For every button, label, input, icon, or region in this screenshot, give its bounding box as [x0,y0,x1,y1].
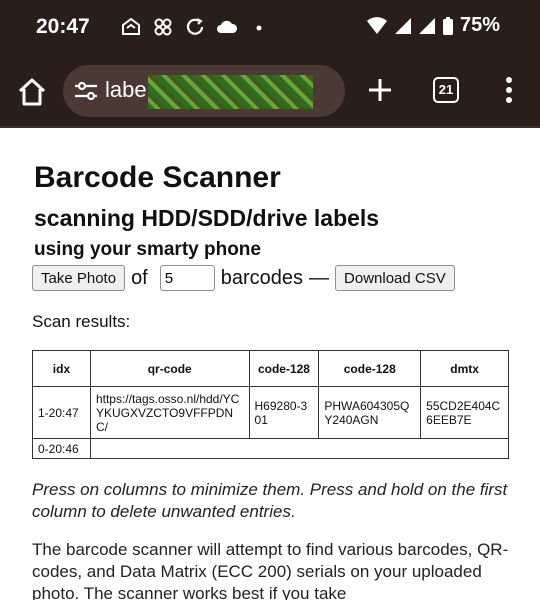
table-header-row: idx qr-code code-128 code-128 dmtx [32,350,509,387]
more-vert-icon [506,77,512,103]
column-header-dmtx[interactable]: dmtx [420,350,509,387]
of-label: of [131,266,148,289]
site-settings-icon[interactable] [73,79,99,103]
barcodes-label: barcodes [220,266,304,289]
battery-percent: 75% [459,14,500,36]
cloud-icon [216,16,238,38]
column-header-qr-code[interactable]: qr-code [89,350,250,387]
notification-icons [120,16,270,38]
battery-icon [442,16,453,35]
qr-code-cell: https://tags.osso.nl/hdd/YCYKUGXVZCTO9VF… [89,386,250,439]
url-text[interactable]: labe [105,77,147,103]
inbox-icon [120,16,142,38]
usage-hint: Press on columns to minimize them. Press… [32,480,508,521]
results-table: idx qr-code code-128 code-128 dmtx 1-20:… [32,350,510,459]
column-header-code-128-a[interactable]: code-128 [248,350,320,387]
scanner-description: The barcode scanner will attempt to find… [32,540,509,600]
wifi-icon [366,16,387,34]
plus-icon [369,79,391,101]
empty-row-cell [89,438,510,459]
sync-icon [184,16,206,38]
home-button[interactable] [16,76,48,108]
page-subtitle: scanning HDD/SDD/drive labels [34,205,380,231]
dot-icon [248,16,270,38]
browser-toolbar: labe 21 [0,56,540,128]
table-row: 0-20:46 [32,438,510,459]
redacted-url-overlay [148,75,313,109]
new-tab-button[interactable] [366,76,394,104]
code-128-cell: H69280-301 [248,386,320,439]
take-photo-button[interactable]: Take Photo [32,265,126,291]
web-page: Barcode Scanner scanning HDD/SDD/drive l… [0,130,540,600]
url-bar[interactable]: labe [63,65,345,117]
row-idx-cell[interactable]: 0-20:46 [32,438,91,459]
code-128-value: H69280-301 [254,398,308,427]
pinwheel-icon [152,16,174,38]
dmtx-value: 55CD2E404C6EEB7E [426,398,501,427]
row-idx-cell[interactable]: 1-20:47 [32,386,91,439]
page-subtitle-2: using your smarty phone [34,239,261,260]
tab-switcher-button[interactable]: 21 [433,77,459,103]
qr-code-value: https://tags.osso.nl/hdd/YCYKUGXVZCTO9VF… [95,391,240,434]
status-right: 75% [366,14,500,37]
table-row: 1-20:47 https://tags.osso.nl/hdd/YCYKUGX… [32,386,509,439]
overflow-menu-button[interactable] [499,75,519,105]
barcode-count-input[interactable] [159,265,215,291]
column-header-code-128-b[interactable]: code-128 [318,350,422,387]
page-title: Barcode Scanner [34,161,281,194]
scan-controls: Take Photo of barcodes — Download CSV [32,265,455,291]
scan-results-label: Scan results: [32,312,131,331]
dash-separator: — [309,266,330,289]
signal-icon [394,17,411,34]
download-csv-button[interactable]: Download CSV [335,265,455,291]
home-icon [18,78,46,106]
column-header-idx[interactable]: idx [32,350,91,387]
code-128-cell-2: PHWA604305QY240AGN [318,386,422,439]
status-time: 20:47 [36,15,90,38]
signal-icon-2 [418,17,435,34]
code-128-value-2: PHWA604305QY240AGN [324,398,410,427]
status-bar: 20:47 75% [0,0,540,56]
dmtx-cell: 55CD2E404C6EEB7E [420,386,509,439]
